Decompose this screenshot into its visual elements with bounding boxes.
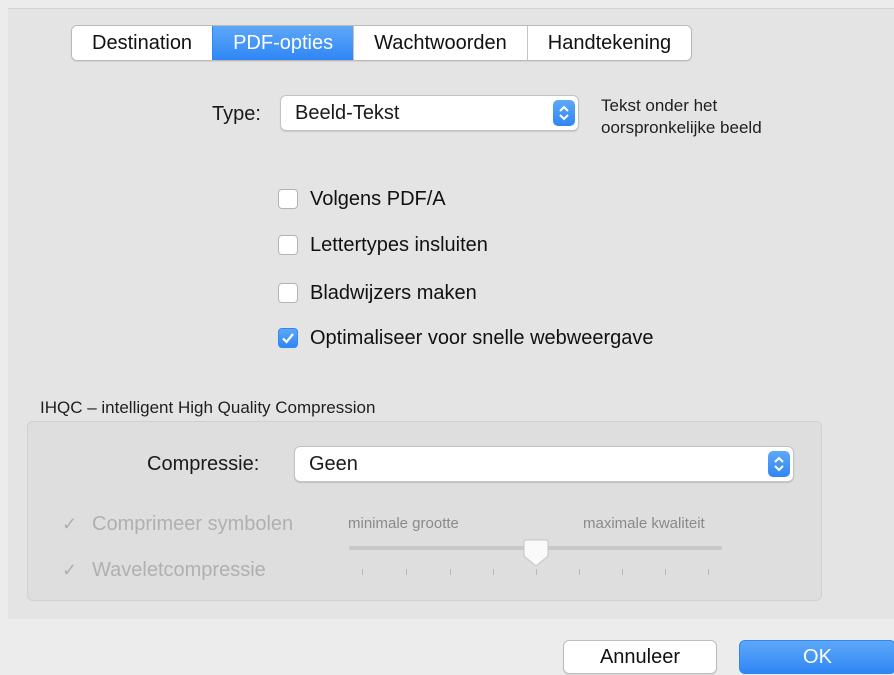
compression-popup[interactable]: Geen xyxy=(294,446,794,482)
option-web-optimize[interactable]: Optimaliseer voor snelle webweergave xyxy=(278,324,654,352)
slider-tick xyxy=(665,569,666,575)
compression-label: Compressie: xyxy=(147,453,260,475)
slider-tick xyxy=(708,569,709,575)
popup-stepper-icon xyxy=(553,100,575,126)
option-pdfa-label: Volgens PDF/A xyxy=(310,187,446,210)
slider-tick xyxy=(450,569,451,575)
option-bookmarks[interactable]: Bladwijzers maken xyxy=(278,279,477,307)
tab-signature[interactable]: Handtekening xyxy=(526,26,692,60)
checkmark-icon: ✓ xyxy=(62,559,78,580)
slider-min-label: minimale grootte xyxy=(348,515,459,532)
slider-max-label: maximale kwaliteit xyxy=(583,515,705,532)
checkmark-icon xyxy=(282,333,294,344)
type-label: Type: xyxy=(212,103,261,125)
compression-value: Geen xyxy=(309,453,358,475)
option-bookmarks-label: Bladwijzers maken xyxy=(310,281,477,304)
type-value: Beeld-Tekst xyxy=(295,102,400,124)
type-description-line2: oorspronkelijke beeld xyxy=(601,118,762,137)
slider-tick xyxy=(362,569,363,575)
option-web-optimize-label: Optimaliseer voor snelle webweergave xyxy=(310,326,654,349)
slider-tick xyxy=(536,569,537,575)
tab-pdf-options[interactable]: PDF-opties xyxy=(212,26,354,60)
option-compress-symbols[interactable]: ✓ Comprimeer symbolen xyxy=(62,510,293,538)
slider-tick xyxy=(579,569,580,575)
option-wavelet[interactable]: ✓ Waveletcompressie xyxy=(62,556,266,584)
quality-slider-thumb[interactable] xyxy=(523,538,549,568)
slider-tick xyxy=(406,569,407,575)
tab-bar: Destination PDF-opties Wachtwoorden Hand… xyxy=(71,25,693,61)
checkbox[interactable] xyxy=(278,283,298,303)
option-pdfa[interactable]: Volgens PDF/A xyxy=(278,185,446,213)
option-embed-fonts[interactable]: Lettertypes insluiten xyxy=(278,231,488,259)
checkbox[interactable] xyxy=(278,235,298,255)
type-description-line1: Tekst onder het xyxy=(601,96,718,115)
slider-tick xyxy=(622,569,623,575)
option-wavelet-label: Waveletcompressie xyxy=(92,558,266,581)
ok-button[interactable]: OK xyxy=(739,640,894,674)
tab-passwords[interactable]: Wachtwoorden xyxy=(353,26,527,60)
cancel-button[interactable]: Annuleer xyxy=(563,640,717,674)
option-compress-symbols-label: Comprimeer symbolen xyxy=(92,512,294,535)
tab-destination[interactable]: Destination xyxy=(72,26,213,60)
compression-section-title: IHQC – intelligent High Quality Compress… xyxy=(40,398,376,417)
checkbox[interactable] xyxy=(278,189,298,209)
checkbox-checked[interactable] xyxy=(278,328,298,348)
slider-tick xyxy=(493,569,494,575)
type-popup[interactable]: Beeld-Tekst xyxy=(280,95,579,131)
popup-stepper-icon xyxy=(768,451,790,477)
option-embed-fonts-label: Lettertypes insluiten xyxy=(310,233,488,256)
checkmark-icon: ✓ xyxy=(62,513,78,534)
